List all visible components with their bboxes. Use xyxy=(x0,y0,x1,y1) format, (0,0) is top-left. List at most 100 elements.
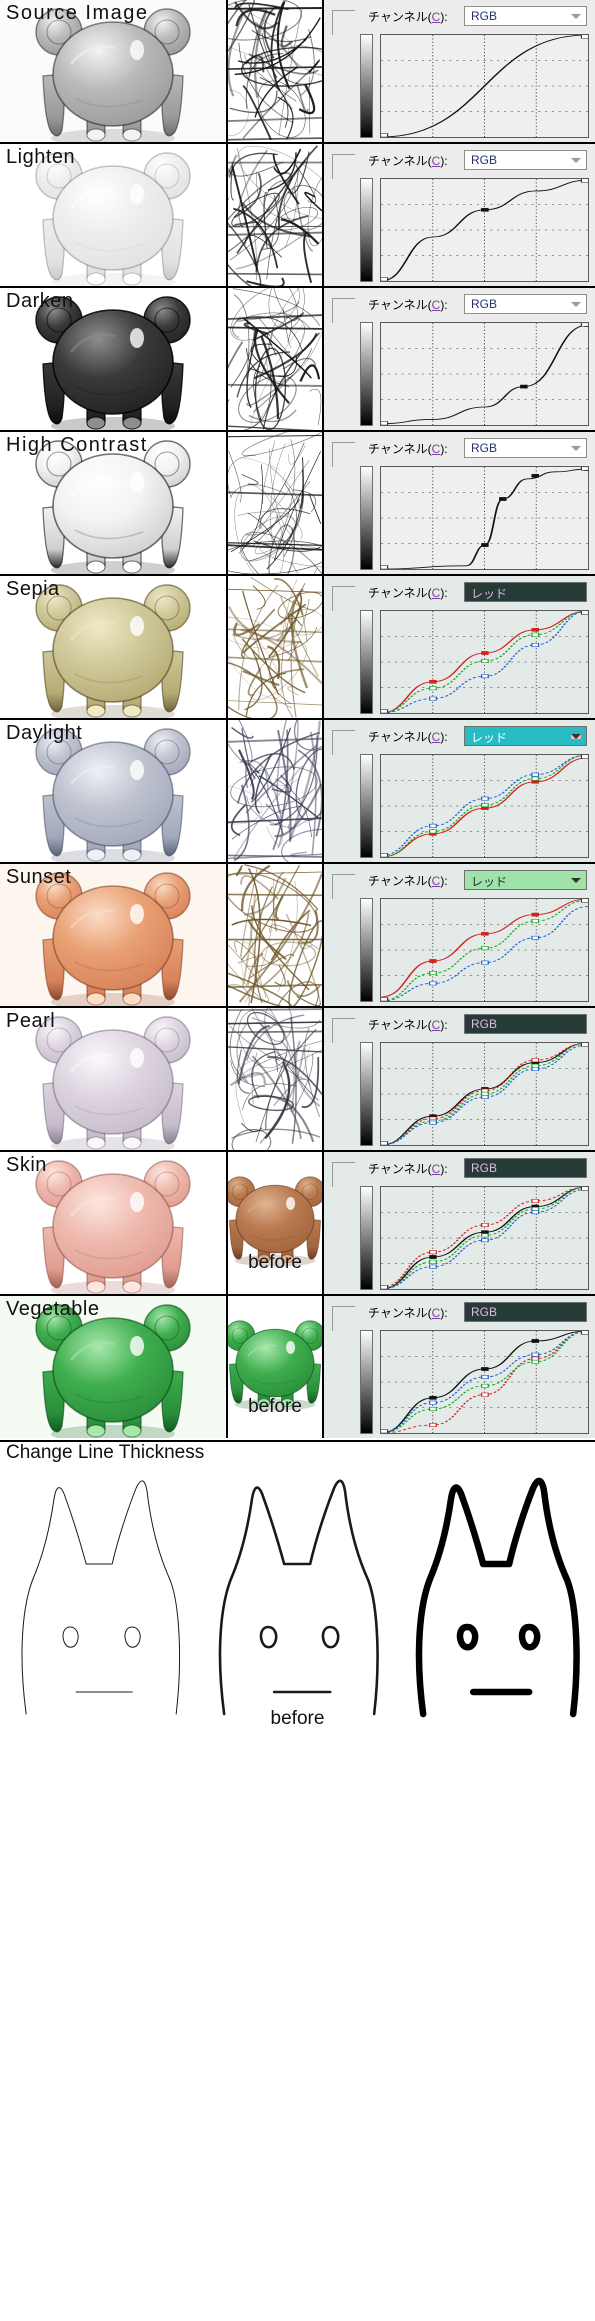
channel-select-source-image[interactable]: RGB xyxy=(464,6,587,26)
preset-row-source-image: Source Image チャンネル(C): RGB xyxy=(0,0,595,144)
curve-plot-area-sunset xyxy=(360,898,589,1002)
artwork-cell-darken: Darken xyxy=(0,288,228,430)
curve-plot-area-daylight xyxy=(360,754,589,858)
channel-select-darken[interactable]: RGB xyxy=(464,294,587,314)
dialog-header-sepia: チャンネル(C): レッド xyxy=(324,576,595,611)
curve-grid-skin[interactable] xyxy=(380,1186,589,1290)
dialog-header-darken: チャンネル(C): RGB xyxy=(324,288,595,323)
channel-label-vegetable: チャンネル(C): xyxy=(368,1306,448,1320)
curve-grid-lighten[interactable] xyxy=(380,178,589,282)
channel-value-sunset: レッド xyxy=(471,875,508,889)
preset-row-sepia: Sepia チャンネル(C): レッド xyxy=(0,576,595,720)
curve-grid-darken[interactable] xyxy=(380,322,589,426)
groupbox-corner-icon xyxy=(332,874,355,899)
channel-select-pearl[interactable]: RGB xyxy=(464,1014,587,1034)
chevron-down-icon[interactable] xyxy=(571,302,581,307)
artwork-cell-sunset: Sunset xyxy=(0,864,228,1006)
dialog-header-vegetable: チャンネル(C): RGB xyxy=(324,1296,595,1331)
preset-label-vegetable: Vegetable xyxy=(6,1298,100,1320)
curve-grid-sunset[interactable] xyxy=(380,898,589,1002)
channel-select-sunset[interactable]: レッド xyxy=(464,870,587,890)
preset-label-high-contrast: High Contrast xyxy=(6,434,148,456)
curves-dialog-sepia: チャンネル(C): レッド xyxy=(324,576,595,718)
channel-value-lighten: RGB xyxy=(471,153,498,167)
lineart-scribble-sepia xyxy=(228,576,322,718)
thickness-panel-thin xyxy=(0,1440,198,1740)
channel-value-skin: RGB xyxy=(471,1161,498,1175)
groupbox-corner-icon xyxy=(332,1018,355,1043)
preset-label-daylight: Daylight xyxy=(6,722,83,744)
curve-grid-vegetable[interactable] xyxy=(380,1330,589,1434)
curve-grid-high-contrast[interactable] xyxy=(380,466,589,570)
groupbox-corner-icon xyxy=(332,442,355,467)
groupbox-corner-icon xyxy=(332,154,355,179)
channel-value-source-image: RGB xyxy=(471,9,498,23)
preset-row-darken: Darken チャンネル(C): RGB xyxy=(0,288,595,432)
preset-label-lighten: Lighten xyxy=(6,146,76,168)
artwork-cell-high-contrast: High Contrast xyxy=(0,432,228,574)
curve-plot-area-darken xyxy=(360,322,589,426)
groupbox-corner-icon xyxy=(332,586,355,611)
chevron-down-icon[interactable] xyxy=(571,446,581,451)
channel-value-darken: RGB xyxy=(471,297,498,311)
dialog-header-lighten: チャンネル(C): RGB xyxy=(324,144,595,179)
lineart-cell-sepia xyxy=(228,576,324,718)
preset-row-daylight: Daylight チャンネル(C): レッド xyxy=(0,720,595,864)
channel-select-sepia[interactable]: レッド xyxy=(464,582,587,602)
chevron-down-icon[interactable] xyxy=(571,1310,581,1315)
groupbox-corner-icon xyxy=(332,10,355,35)
tone-ramp-pearl xyxy=(360,1042,373,1146)
lineart-cell-skin: before xyxy=(228,1152,324,1294)
lineart-scribble-sunset xyxy=(228,864,322,1006)
curve-grid-source-image[interactable] xyxy=(380,34,589,138)
curve-plot-area-source-image xyxy=(360,34,589,138)
lineart-scribble-daylight xyxy=(228,720,322,862)
preset-row-vegetable: Vegetable before チャンネル(C): RGB xyxy=(0,1296,595,1440)
channel-label-high-contrast: チャンネル(C): xyxy=(368,442,448,456)
dialog-header-source-image: チャンネル(C): RGB xyxy=(324,0,595,35)
artwork-cell-source-image: Source Image xyxy=(0,0,228,142)
channel-label-sunset: チャンネル(C): xyxy=(368,874,448,888)
chevron-down-icon[interactable] xyxy=(571,878,581,883)
lineart-cell-darken xyxy=(228,288,324,430)
channel-value-sepia: レッド xyxy=(471,587,508,601)
dialog-header-daylight: チャンネル(C): レッド xyxy=(324,720,595,755)
artwork-cell-vegetable: Vegetable xyxy=(0,1296,228,1438)
artwork-cell-lighten: Lighten xyxy=(0,144,228,286)
preset-row-skin: Skin before チャンネル(C): RGB xyxy=(0,1152,595,1296)
chevron-down-icon[interactable] xyxy=(571,1166,581,1171)
channel-select-high-contrast[interactable]: RGB xyxy=(464,438,587,458)
channel-label-source-image: チャンネル(C): xyxy=(368,10,448,24)
chevron-down-icon[interactable] xyxy=(571,734,581,739)
curves-dialog-sunset: チャンネル(C): レッド xyxy=(324,864,595,1006)
dialog-header-sunset: チャンネル(C): レッド xyxy=(324,864,595,899)
lineart-cell-daylight xyxy=(228,720,324,862)
curves-dialog-lighten: チャンネル(C): RGB xyxy=(324,144,595,286)
preset-label-darken: Darken xyxy=(6,290,74,312)
artwork-cell-skin: Skin xyxy=(0,1152,228,1294)
channel-select-lighten[interactable]: RGB xyxy=(464,150,587,170)
curve-grid-pearl[interactable] xyxy=(380,1042,589,1146)
curve-plot-area-skin xyxy=(360,1186,589,1290)
chevron-down-icon[interactable] xyxy=(571,14,581,19)
chevron-down-icon[interactable] xyxy=(571,590,581,595)
preset-row-lighten: Lighten チャンネル(C): RGB xyxy=(0,144,595,288)
cat-outline-normal xyxy=(219,1479,380,1716)
preset-row-sunset: Sunset チャンネル(C): レッド xyxy=(0,864,595,1008)
preset-label-pearl: Pearl xyxy=(6,1010,56,1032)
thickness-panel-thick xyxy=(397,1440,595,1740)
channel-select-skin[interactable]: RGB xyxy=(464,1158,587,1178)
channel-select-daylight[interactable]: レッド xyxy=(464,726,587,746)
chevron-down-icon[interactable] xyxy=(571,158,581,163)
channel-select-vegetable[interactable]: RGB xyxy=(464,1302,587,1322)
lineart-cell-sunset xyxy=(228,864,324,1006)
curve-plot-area-high-contrast xyxy=(360,466,589,570)
tone-ramp-daylight xyxy=(360,754,373,858)
tone-ramp-lighten xyxy=(360,178,373,282)
chevron-down-icon[interactable] xyxy=(571,1022,581,1027)
curve-grid-daylight[interactable] xyxy=(380,754,589,858)
tone-ramp-darken xyxy=(360,322,373,426)
preset-row-pearl: Pearl チャンネル(C): RGB xyxy=(0,1008,595,1152)
curve-grid-sepia[interactable] xyxy=(380,610,589,714)
channel-label-lighten: チャンネル(C): xyxy=(368,154,448,168)
